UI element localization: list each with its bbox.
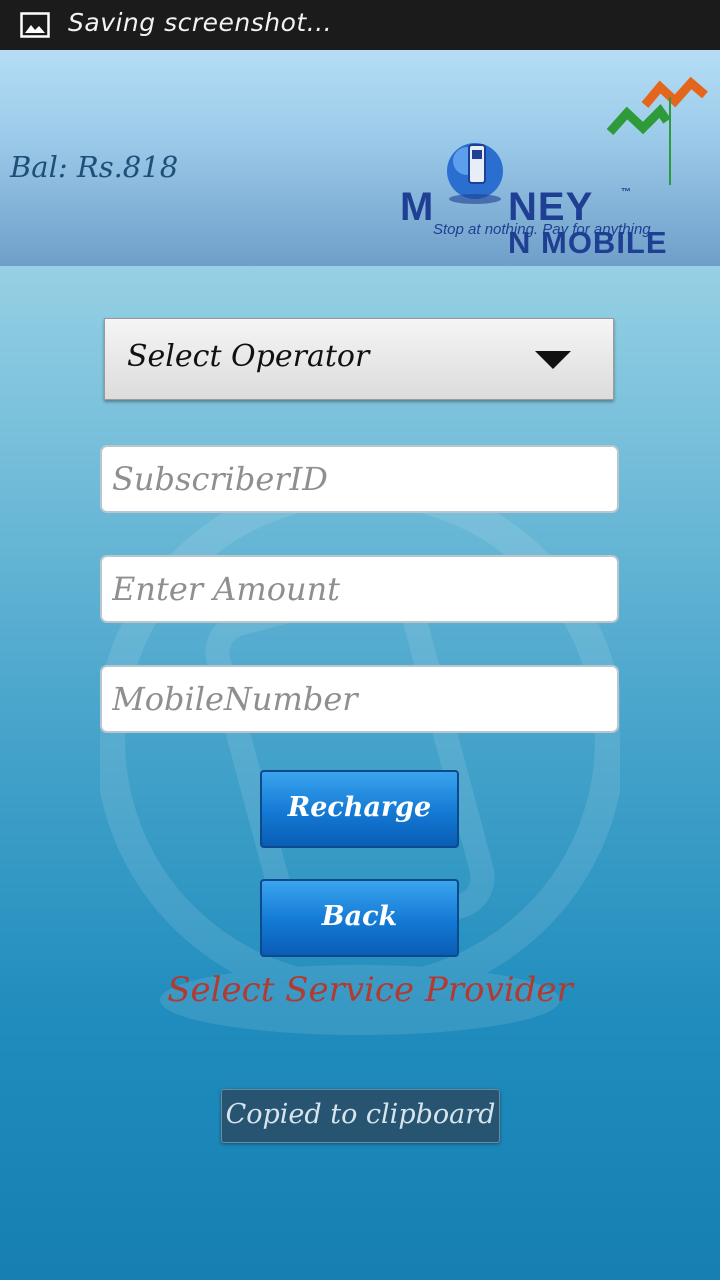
money-on-mobile-logo: M NEY ™ N MOBILE Stop at nothing. Pay fo… (395, 75, 715, 260)
app-header: Bal: Rs.818 M NEY ™ N MOBILE Stop at not… (0, 50, 720, 266)
mobile-number-input[interactable] (100, 665, 619, 733)
toast-message: Copied to clipboard (221, 1089, 500, 1143)
operator-select[interactable]: Select Operator (104, 318, 614, 400)
status-text: Saving screenshot... (68, 8, 333, 37)
subscriber-id-input[interactable] (100, 445, 619, 513)
error-message: Select Service Provider (167, 970, 573, 1010)
image-icon (20, 12, 50, 38)
amount-input[interactable] (100, 555, 619, 623)
logo-tagline: Stop at nothing. Pay for anything. (433, 221, 655, 238)
operator-select-label: Select Operator (127, 339, 370, 374)
back-button[interactable]: Back (260, 879, 459, 957)
recharge-button[interactable]: Recharge (260, 770, 459, 848)
dropdown-arrow-icon (535, 351, 571, 369)
balance-label: Bal: Rs.818 (10, 150, 179, 184)
logo-tm: ™ (621, 187, 632, 198)
status-bar: Saving screenshot... (0, 0, 720, 50)
logo-m: M (400, 185, 435, 229)
